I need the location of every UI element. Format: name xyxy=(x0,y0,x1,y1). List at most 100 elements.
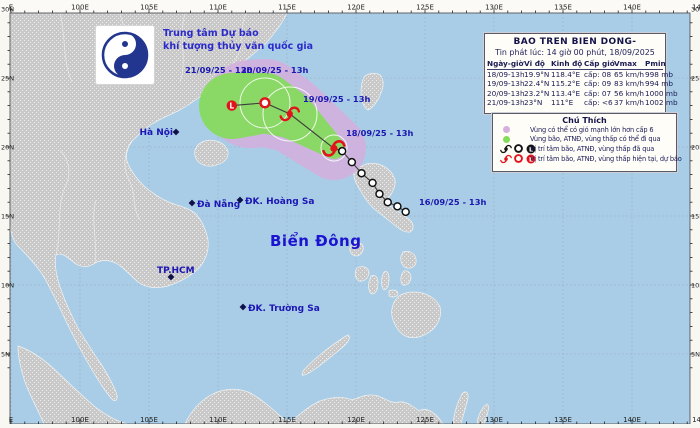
land-hainan xyxy=(195,140,229,166)
info-cell: 18/09-13h xyxy=(487,70,524,79)
agency-name: Trung tâm Dự báo khí tượng thủy văn quốc… xyxy=(163,27,313,53)
past-position-marker xyxy=(384,199,391,206)
longitude-label: 125E xyxy=(416,416,434,424)
longitude-label: 135E xyxy=(554,416,572,424)
past-position-marker xyxy=(339,148,346,155)
info-cell: 23.2°N xyxy=(524,89,551,98)
info-table-row: 20/09-13h23.2°N113.4°Ecấp: 0756 km/h1000… xyxy=(487,89,663,98)
forecast-typhoon-icon xyxy=(500,153,512,165)
info-cell: 998 mb xyxy=(645,70,661,79)
info-table-row: 19/09-13h22.4°N115.2°Ecấp: 0983 km/h994 … xyxy=(487,79,663,88)
legend-item-gale-area: Vùng có thể có gió mạnh lớn hơn cấp 6 xyxy=(493,125,676,135)
info-cell: Vĩ độ xyxy=(524,59,551,69)
info-cell: 1002 mb xyxy=(645,98,661,107)
info-cell: cấp: <6 xyxy=(584,98,614,107)
longitude-label: 120E xyxy=(347,4,365,12)
latitude-label: 25N xyxy=(691,75,700,83)
longitude-label: 130E xyxy=(485,4,503,12)
track-date-label: 16/09/25 - 13h xyxy=(419,197,486,207)
longitude-label: E xyxy=(9,416,13,424)
past-position-marker xyxy=(348,159,355,166)
forecast-depression-icon xyxy=(513,153,524,164)
latitude-label: 15N xyxy=(691,213,700,221)
info-cell: cấp: 09 xyxy=(584,79,614,88)
info-cell: 994 mb xyxy=(645,79,661,88)
info-cell: Ngày-giờ xyxy=(487,59,524,69)
place-label: Đà Nẵng xyxy=(197,199,240,210)
longitude-label: 110E xyxy=(209,4,227,12)
track-date-label: 19/09/25 - 13h xyxy=(303,94,370,104)
latitude-label: 30N xyxy=(1,6,14,14)
place-label: ĐK. Hoàng Sa xyxy=(245,197,314,207)
legend-box: Chú Thích Vùng có thể có gió mạnh lớn hơ… xyxy=(492,113,677,172)
agency-name-line1: Trung tâm Dự báo xyxy=(163,27,313,40)
gale-area-swatch xyxy=(503,126,510,133)
info-cell: Cấp gió xyxy=(584,59,614,69)
storm-info-table: Ngày-giờVĩ độKinh độCấp gióVmaxPmin18/09… xyxy=(487,59,663,108)
latitude-label: 30N xyxy=(691,6,700,14)
longitude-label: 140E xyxy=(623,4,641,12)
longitude-label: 135E xyxy=(554,4,572,12)
agency-name-line2: khí tượng thủy văn quốc gia xyxy=(163,40,313,53)
agency-logo-emblem xyxy=(96,26,154,84)
longitude-label: 120E xyxy=(347,416,365,424)
longitude-label: 130E xyxy=(485,416,503,424)
info-cell: 21/09-13h xyxy=(487,98,524,107)
info-cell: Kinh độ xyxy=(551,59,584,69)
forecast-low-marker xyxy=(227,100,237,110)
info-cell: Vmax xyxy=(614,59,645,69)
info-cell: 19/09-13h xyxy=(487,79,524,88)
place-label: ĐK. Trường Sa xyxy=(248,303,320,314)
longitude-label: 125E xyxy=(416,4,434,12)
past-position-marker xyxy=(358,170,365,177)
longitude-label: 100E xyxy=(71,4,89,12)
weather-map-stage: L Hà N xyxy=(0,0,700,424)
info-cell: 118.4°E xyxy=(551,70,584,79)
info-cell: cấp: 08 xyxy=(584,70,614,79)
info-cell: 111°E xyxy=(551,98,584,107)
info-table-row: 21/09-13h23°N111°Ecấp: <637 km/h1002 mb xyxy=(487,98,663,107)
info-cell: 65 km/h xyxy=(614,70,645,79)
storm-info-issued-time: Tin phát lúc: 14 giờ 00 phút, 18/09/2025 xyxy=(485,48,665,57)
info-cell: 83 km/h xyxy=(614,79,645,88)
track-date-label: 18/09/25 - 13h xyxy=(346,128,413,138)
place-label: TP.HCM xyxy=(157,266,195,276)
legend-item-forecast-positions: Vị trí tâm bão, ATNĐ, vùng thấp hiện tại… xyxy=(493,154,676,164)
info-cell: 22.4°N xyxy=(524,79,551,88)
info-cell: 23°N xyxy=(524,98,551,107)
info-cell: 20/09-13h xyxy=(487,89,524,98)
longitude-label: 110E xyxy=(209,416,227,424)
track-date-label: 21/09/25 - 13h xyxy=(185,65,252,75)
passage-area-swatch xyxy=(503,136,510,143)
latitude-label: 15N xyxy=(1,213,14,221)
past-position-marker xyxy=(369,179,376,186)
latitude-label: 5N xyxy=(1,351,10,359)
latitude-label: 10N xyxy=(1,282,14,290)
latitude-label: 10N xyxy=(691,282,700,290)
longitude-label: 140E xyxy=(623,416,641,424)
past-position-marker xyxy=(376,190,383,197)
forecast-ring-marker xyxy=(261,98,270,107)
info-cell: Pmin xyxy=(645,59,661,69)
latitude-label: 20N xyxy=(691,144,700,152)
info-cell: 56 km/h xyxy=(614,89,645,98)
longitude-label: 145E xyxy=(692,416,700,424)
longitude-label: 105E xyxy=(140,4,158,12)
info-cell: cấp: 07 xyxy=(584,89,614,98)
info-cell: 19.9°N xyxy=(524,70,551,79)
legend-title: Chú Thích xyxy=(493,116,676,125)
info-cell: 37 km/h xyxy=(614,98,645,107)
latitude-label: 20N xyxy=(1,144,14,152)
sea-name-label: Biển Đông xyxy=(270,231,361,250)
longitude-label: 100E xyxy=(71,416,89,424)
past-position-marker xyxy=(402,208,409,215)
storm-info-box: BAO TREN BIEN DONG- Tin phát lúc: 14 giờ… xyxy=(484,33,666,114)
longitude-label: 115E xyxy=(278,4,296,12)
place-label: Hà Nội xyxy=(139,128,173,138)
info-table-header: Ngày-giờVĩ độKinh độCấp gióVmaxPmin xyxy=(487,59,663,70)
latitude-label: 25N xyxy=(1,75,14,83)
info-table-row: 18/09-13h19.9°N118.4°Ecấp: 0865 km/h998 … xyxy=(487,70,663,79)
past-position-marker xyxy=(394,203,401,210)
info-cell: 115.2°E xyxy=(551,79,584,88)
info-cell: 1000 mb xyxy=(645,89,661,98)
